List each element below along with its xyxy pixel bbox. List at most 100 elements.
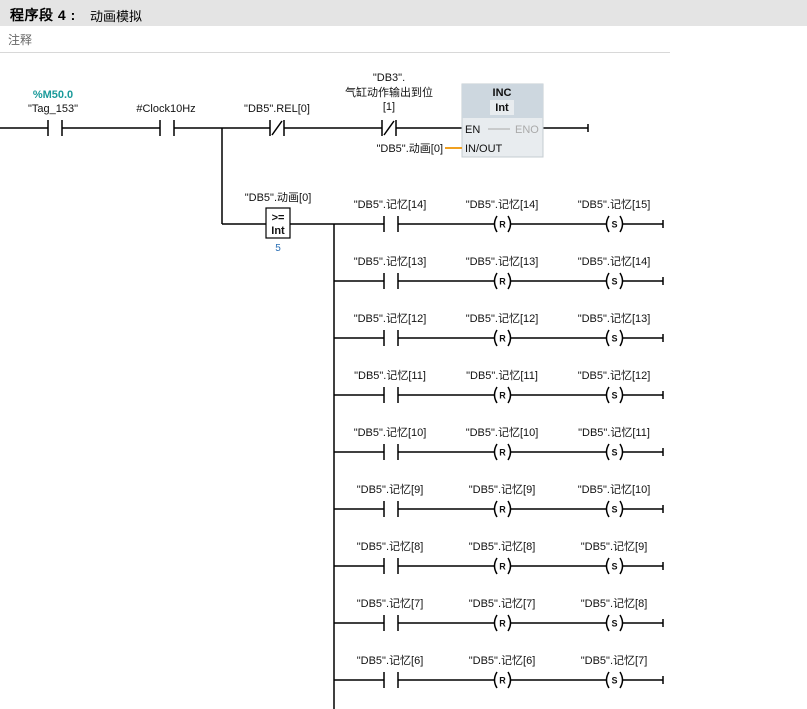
rung-contact-tag: "DB5".记忆[6] — [357, 654, 424, 667]
set-coil-letter: S — [611, 448, 617, 458]
rung-set-coil[interactable]: S "DB5".记忆[13] — [578, 312, 651, 347]
rung-set-tag: "DB5".记忆[15] — [578, 198, 651, 211]
set-coil-letter: S — [611, 391, 617, 401]
rung-contact-tag: "DB5".记忆[11] — [354, 369, 426, 382]
contact-db5-rel0[interactable]: "DB5".REL[0] — [244, 103, 310, 136]
rung: "DB5".记忆[8] R "DB5".记忆[8] S "DB5".记忆[9] — [334, 540, 664, 575]
inc-en-pin: EN — [465, 124, 480, 136]
rung-reset-tag: "DB5".记忆[11] — [466, 369, 538, 382]
contact-clock10hz[interactable]: #Clock10Hz — [136, 103, 196, 136]
inc-block-name: INC — [493, 87, 512, 99]
rung-set-coil[interactable]: S "DB5".记忆[7] — [581, 654, 648, 689]
reset-coil-letter: R — [499, 277, 506, 287]
rung-set-tag: "DB5".记忆[12] — [578, 369, 651, 382]
rung-contact-tag: "DB5".记忆[13] — [354, 255, 427, 268]
rung-reset-tag: "DB5".记忆[8] — [469, 540, 536, 553]
set-coil-letter: S — [611, 277, 617, 287]
rung-contact-tag: "DB5".记忆[7] — [357, 597, 424, 610]
contact-clock10hz-tag: #Clock10Hz — [136, 103, 195, 115]
reset-coil-letter: R — [499, 676, 506, 686]
reset-coil-letter: R — [499, 220, 506, 230]
rung-reset-coil[interactable]: R "DB5".记忆[13] — [466, 255, 539, 290]
set-coil-letter: S — [611, 562, 617, 572]
contact-db3-cylinder[interactable]: "DB3". 气缸动作输出到位 [1] — [345, 72, 433, 136]
rung-set-coil[interactable]: S "DB5".记忆[10] — [578, 483, 651, 518]
rung-contact[interactable]: "DB5".记忆[12] — [354, 312, 427, 346]
compare-ge-box[interactable]: >= Int "DB5".动画[0] 5 — [245, 191, 312, 254]
rung-set-tag: "DB5".记忆[8] — [581, 597, 648, 610]
rung-reset-tag: "DB5".记忆[14] — [466, 198, 539, 211]
contact-db3-tag-line3: [1] — [383, 101, 395, 113]
rung-reset-tag: "DB5".记忆[7] — [469, 597, 536, 610]
compare-dtype: Int — [271, 225, 285, 237]
rung: "DB5".记忆[7] R "DB5".记忆[7] S "DB5".记忆[8] — [334, 597, 664, 632]
set-coil-letter: S — [611, 334, 617, 344]
set-coil-letter: S — [611, 619, 617, 629]
rung: "DB5".记忆[14] R "DB5".记忆[14] S "DB5".记忆[15] — [334, 198, 664, 233]
rung-reset-coil[interactable]: R "DB5".记忆[7] — [469, 597, 536, 632]
reset-coil-letter: R — [499, 505, 506, 515]
rung-contact[interactable]: "DB5".记忆[9] — [357, 483, 424, 517]
rung: "DB5".记忆[12] R "DB5".记忆[12] S "DB5".记忆[13] — [334, 312, 664, 347]
contact-db3-tag-line2: 气缸动作输出到位 — [345, 85, 433, 99]
contact-m50-0[interactable]: %M50.0 "Tag_153" — [28, 89, 78, 136]
set-coil-letter: S — [611, 676, 617, 686]
rung-set-tag: "DB5".记忆[10] — [578, 483, 651, 496]
rung-reset-tag: "DB5".记忆[13] — [466, 255, 539, 268]
rung-reset-coil[interactable]: R "DB5".记忆[14] — [466, 198, 539, 233]
reset-coil-letter: R — [499, 448, 506, 458]
rung-reset-coil[interactable]: R "DB5".记忆[9] — [469, 483, 536, 518]
rung-contact-tag: "DB5".记忆[12] — [354, 312, 427, 325]
rung: "DB5".记忆[11] R "DB5".记忆[11] S "DB5".记忆[12] — [334, 369, 664, 404]
rung-set-coil[interactable]: S "DB5".记忆[14] — [578, 255, 651, 290]
compare-operand: "DB5".动画[0] — [245, 191, 312, 204]
rung: "DB5".记忆[6] R "DB5".记忆[6] S "DB5".记忆[7] — [334, 654, 664, 689]
reset-coil-letter: R — [499, 334, 506, 344]
rung-contact[interactable]: "DB5".记忆[7] — [357, 597, 424, 631]
rung-reset-coil[interactable]: R "DB5".记忆[8] — [469, 540, 536, 575]
rung-reset-coil[interactable]: R "DB5".记忆[10] — [466, 426, 539, 461]
rung-set-coil[interactable]: S "DB5".记忆[11] — [578, 426, 650, 461]
rung-reset-tag: "DB5".记忆[12] — [466, 312, 539, 325]
rung-contact[interactable]: "DB5".记忆[13] — [354, 255, 427, 289]
rung-reset-tag: "DB5".记忆[10] — [466, 426, 539, 439]
set-coil-letter: S — [611, 505, 617, 515]
rung-set-coil[interactable]: S "DB5".记忆[9] — [581, 540, 648, 575]
contact-db3-tag-line1: "DB3". — [373, 72, 405, 84]
rung-set-tag: "DB5".记忆[11] — [578, 426, 650, 439]
rung-set-coil[interactable]: S "DB5".记忆[15] — [578, 198, 651, 233]
rung-reset-coil[interactable]: R "DB5".记忆[12] — [466, 312, 539, 347]
rung: "DB5".记忆[10] R "DB5".记忆[10] S "DB5".记忆[11] — [334, 426, 664, 461]
rung-set-tag: "DB5".记忆[9] — [581, 540, 648, 553]
rung-reset-tag: "DB5".记忆[9] — [469, 483, 536, 496]
inc-inout-pin: IN/OUT — [465, 143, 503, 155]
reset-coil-letter: R — [499, 562, 506, 572]
rung: "DB5".记忆[13] R "DB5".记忆[13] S "DB5".记忆[14] — [334, 255, 664, 290]
rung-contact-tag: "DB5".记忆[8] — [357, 540, 424, 553]
rung-contact-tag: "DB5".记忆[9] — [357, 483, 424, 496]
rung-set-coil[interactable]: S "DB5".记忆[12] — [578, 369, 651, 404]
inc-inout-value[interactable]: "DB5".动画[0] — [377, 142, 444, 155]
rung: "DB5".记忆[9] R "DB5".记忆[9] S "DB5".记忆[10] — [334, 483, 664, 518]
contact-db5-rel0-tag: "DB5".REL[0] — [244, 103, 310, 115]
rung-contact[interactable]: "DB5".记忆[14] — [354, 198, 427, 232]
rung-set-coil[interactable]: S "DB5".记忆[8] — [581, 597, 648, 632]
set-coil-letter: S — [611, 220, 617, 230]
rung-reset-coil[interactable]: R "DB5".记忆[11] — [466, 369, 538, 404]
rung-contact-tag: "DB5".记忆[10] — [354, 426, 427, 439]
rung-contact-tag: "DB5".记忆[14] — [354, 198, 427, 211]
contact-m50-0-tag: "Tag_153" — [28, 103, 78, 115]
rung-set-tag: "DB5".记忆[14] — [578, 255, 651, 268]
rung-set-tag: "DB5".记忆[7] — [581, 654, 648, 667]
rung-contact[interactable]: "DB5".记忆[11] — [354, 369, 426, 403]
rung-reset-tag: "DB5".记忆[6] — [469, 654, 536, 667]
reset-coil-letter: R — [499, 619, 506, 629]
compare-value: 5 — [275, 243, 281, 254]
reset-coil-letter: R — [499, 391, 506, 401]
ladder-diagram: INC Int EN ENO IN/OUT "DB5".动画[0] %M50.0… — [0, 72, 664, 709]
rung-contact[interactable]: "DB5".记忆[8] — [357, 540, 424, 574]
rung-reset-coil[interactable]: R "DB5".记忆[6] — [469, 654, 536, 689]
inc-instruction-block[interactable]: INC Int EN ENO IN/OUT — [461, 83, 544, 158]
rung-contact[interactable]: "DB5".记忆[10] — [354, 426, 427, 460]
rung-contact[interactable]: "DB5".记忆[6] — [357, 654, 424, 688]
